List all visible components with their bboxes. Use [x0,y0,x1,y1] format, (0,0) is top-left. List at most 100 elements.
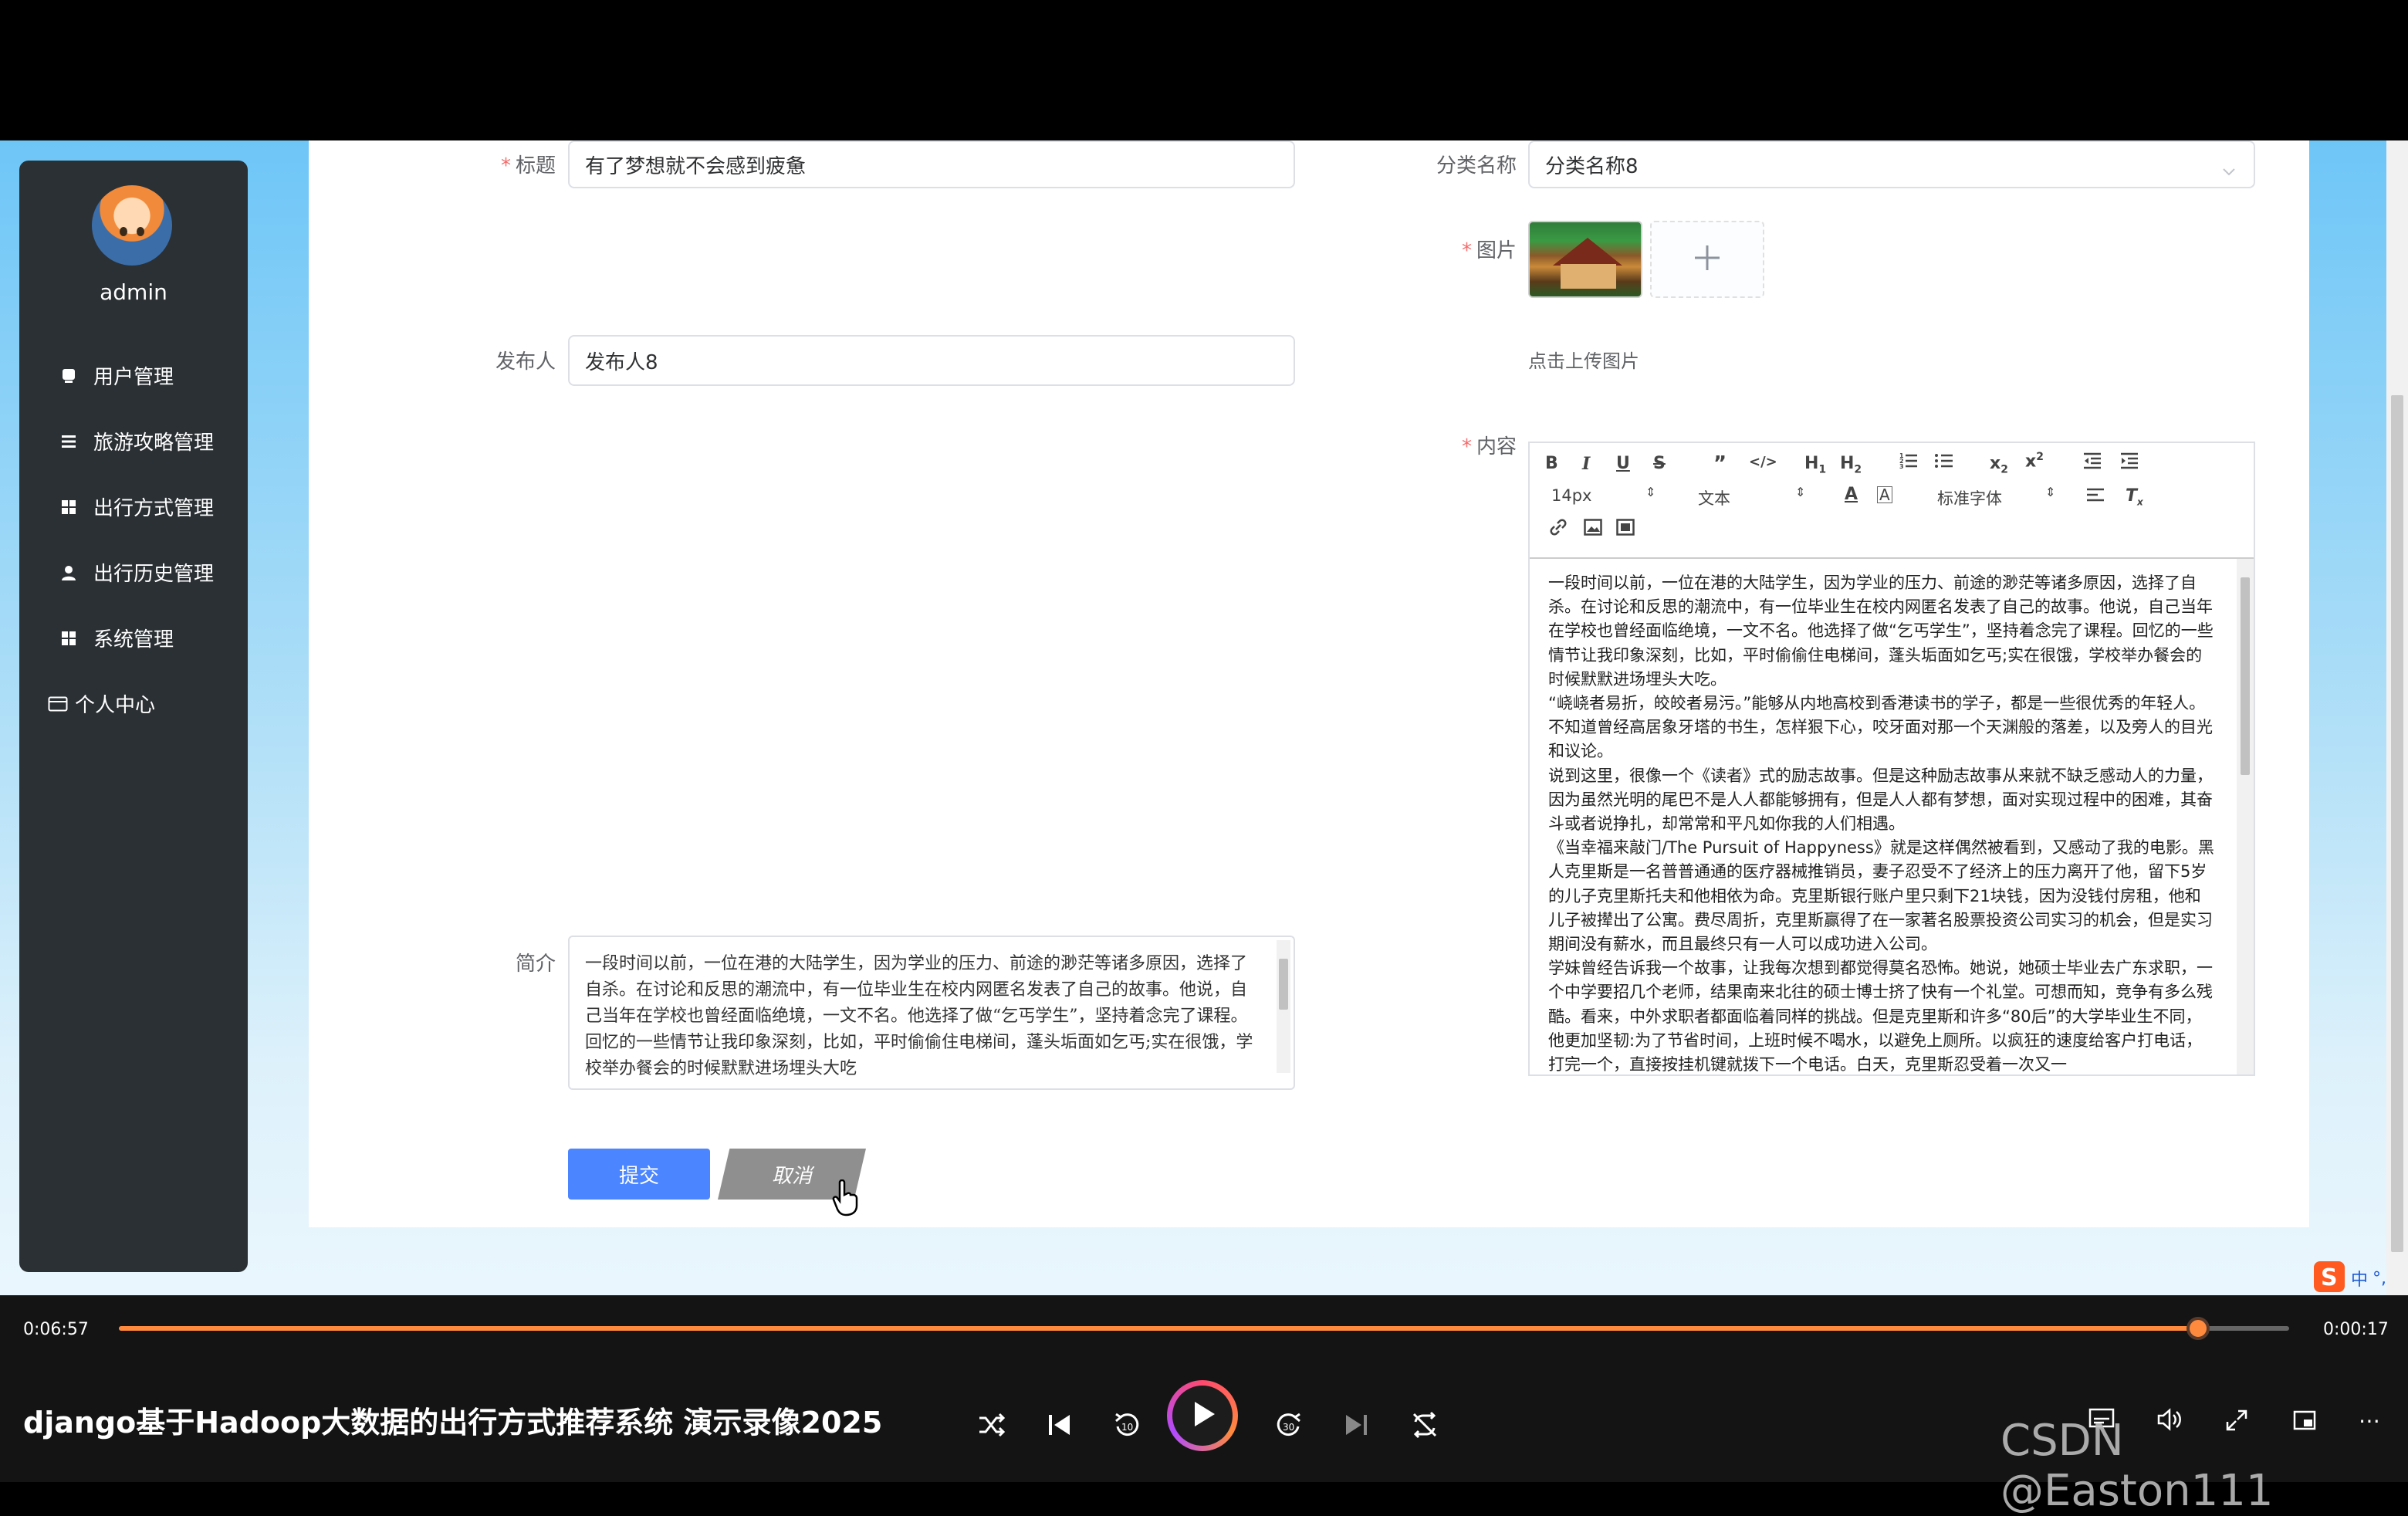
sidebar: admin 用户管理 旅游攻略管理 出行方式管理 出行历史管理 系统管理 个人中… [19,161,248,1272]
editor-paragraph: 一段时间以前，一位在港的大陆学生，因为学业的压力、前途的渺茫等诸多原因，选择了自… [1548,574,2214,689]
font-size-select[interactable]: 14px [1551,486,1591,505]
code-block-icon[interactable]: </> [1749,454,1777,470]
bullet-list-icon[interactable] [1934,451,1954,475]
editor-paragraph: 《当幸福来敲门/The Pursuit of Happyness》就是这样偶然被… [1548,838,2214,954]
page-scrollbar-thumb[interactable] [2391,395,2403,1252]
italic-icon[interactable]: I [1582,454,1590,474]
profile-card-icon [47,693,69,715]
ordered-list-icon[interactable]: 123 [1899,451,1919,475]
play-icon [1187,1399,1218,1433]
bold-icon[interactable]: B [1545,454,1558,473]
editor-paragraph: 学妹曾经告诉我一个故事，让我每次想到都觉得莫名恐怖。她说，她硕士毕业去广东求职，… [1548,959,2213,1074]
editor-scrollbar[interactable] [2237,559,2254,1074]
progress-handle[interactable] [2186,1317,2210,1340]
top-letterbox [0,0,2408,140]
rich-text-editor[interactable]: B I U S ” </> H1 H2 123 x2 x2 14px ⇕ 文本 … [1528,442,2255,1076]
form-card: * 标题 有了梦想就不会感到疲惫 分类名称 分类名称8 * 图片 点击上传图片 发布… [309,140,2309,1227]
grid-icon [58,496,79,518]
summary-scrollbar[interactable] [1277,940,1290,1073]
video-icon[interactable] [1616,519,1635,540]
user-manage-icon [58,365,79,387]
video-player-bar: 0:06:57 0:00:17 django基于Hadoop大数据的出行方式推荐… [0,1295,2408,1516]
blockquote-icon[interactable]: ” [1713,452,1727,475]
uploaded-image-thumbnail[interactable] [1528,221,1642,298]
font-family-arrows-icon: ⇕ [2045,485,2056,499]
person-icon [58,562,79,584]
summary-scrollbar-thumb[interactable] [1279,959,1288,1010]
summary-text: 一段时间以前，一位在港的大陆学生，因为学业的压力、前途的渺茫等诸多原因，选择了自… [585,954,1253,1078]
sidebar-item-label: 系统管理 [93,628,174,651]
align-icon[interactable] [2085,485,2105,509]
editor-paragraph: “峣峣者易折，皎皎者易污。”能够从内地高校到香港读书的学子，都是一些很优秀的年轻… [1548,694,2213,761]
editor-toolbar: B I U S ” </> H1 H2 123 x2 x2 14px ⇕ 文本 … [1530,443,2254,559]
indent-icon[interactable] [2119,451,2139,475]
editor-scrollbar-thumb[interactable] [2241,577,2250,775]
font-size-arrows-icon: ⇕ [1645,485,1656,499]
summary-label: 简介 [515,953,556,976]
svg-text:3: 3 [1899,463,1904,470]
username: admin [100,279,167,305]
loop-off-icon[interactable] [1411,1411,1439,1442]
previous-icon[interactable] [1045,1411,1073,1442]
svg-text:30: 30 [1283,1422,1294,1433]
progress-track[interactable] [119,1326,2289,1331]
sidebar-item-label: 出行方式管理 [93,497,215,520]
superscript-icon[interactable]: x2 [2025,451,2044,471]
upload-hint: 点击上传图片 [1528,350,1639,372]
avatar[interactable] [92,185,172,266]
strikethrough-icon[interactable]: S [1653,454,1666,473]
sidebar-item-system[interactable]: 系统管理 [19,605,248,671]
heading-2-icon[interactable]: H2 [1840,454,1862,475]
sidebar-item-travel-history[interactable]: 出行历史管理 [19,540,248,605]
remaining-time: 0:00:17 [2323,1320,2389,1339]
subscript-icon[interactable]: x2 [1990,454,2008,475]
sidebar-item-travel-guide[interactable]: 旅游攻略管理 [19,408,248,474]
csdn-watermark: CSDN @Easton111 [2000,1416,2274,1516]
sidebar-item-profile[interactable]: 个人中心 [19,671,248,736]
plus-icon [1693,243,1722,276]
block-format-select[interactable]: 文本 [1698,486,1730,509]
ime-punct-icon: °, [2372,1268,2387,1288]
sidebar-item-label: 个人中心 [75,694,156,717]
sidebar-item-user-manage[interactable]: 用户管理 [19,343,248,408]
underline-icon[interactable]: U [1616,454,1630,473]
outdent-icon[interactable] [2082,451,2102,475]
font-family-select[interactable]: 标准字体 [1937,486,2002,509]
link-icon[interactable] [1548,517,1568,542]
ime-mode-label: 中 [2351,1271,2369,1290]
video-title: django基于Hadoop大数据的出行方式推荐系统 演示录像2025 [23,1406,883,1440]
editor-paragraph: 说到这里，很像一个《读者》式的励志故事。但是这种励志故事从来就不缺乏感动人的力量… [1548,766,2213,834]
sogou-ime-icon: S [2312,1260,2346,1295]
editor-content[interactable]: 一段时间以前，一位在港的大陆学生，因为学业的压力、前途的渺茫等诸多原因，选择了自… [1530,559,2235,1074]
font-color-icon[interactable]: A [1845,485,1858,504]
svg-text:S: S [2321,1264,2338,1291]
app-viewport: admin 用户管理 旅游攻略管理 出行方式管理 出行历史管理 系统管理 个人中… [0,140,2408,1295]
sidebar-item-label: 旅游攻略管理 [93,431,215,455]
chevron-down-icon [2221,159,2237,182]
sidebar-menu: 用户管理 旅游攻略管理 出行方式管理 出行历史管理 系统管理 个人中心 [19,343,248,736]
forward-30-icon[interactable]: 30 [1275,1411,1303,1442]
upload-image-button[interactable] [1650,221,1764,298]
grid-icon [58,628,79,649]
category-select[interactable]: 分类名称8 [1528,140,2255,188]
publisher-input[interactable]: 发布人8 [568,335,1295,386]
ime-indicator[interactable]: S 中 °, [2312,1260,2386,1295]
rewind-10-icon[interactable]: 10 [1113,1411,1141,1442]
svg-text:10: 10 [1121,1422,1133,1433]
clear-format-icon[interactable]: Tx [2126,486,2143,507]
sidebar-item-label: 用户管理 [93,366,174,389]
image-icon[interactable] [1584,519,1602,540]
next-icon[interactable] [1343,1411,1371,1442]
list-icon [58,431,79,452]
background-color-icon[interactable]: A [1877,486,1892,503]
summary-textarea[interactable]: 一段时间以前，一位在港的大陆学生，因为学业的压力、前途的渺茫等诸多原因，选择了自… [568,936,1295,1090]
submit-button[interactable]: 提交 [568,1149,710,1200]
sidebar-item-travel-mode[interactable]: 出行方式管理 [19,474,248,540]
content-label: * 内容 [1461,435,1517,459]
play-button[interactable] [1167,1380,1238,1451]
page-scrollbar[interactable] [2386,140,2408,1295]
title-input[interactable]: 有了梦想就不会感到疲惫 [568,140,1295,188]
shuffle-icon[interactable] [977,1411,1006,1442]
block-format-arrows-icon: ⇕ [1795,485,1806,499]
heading-1-icon[interactable]: H1 [1804,454,1826,475]
